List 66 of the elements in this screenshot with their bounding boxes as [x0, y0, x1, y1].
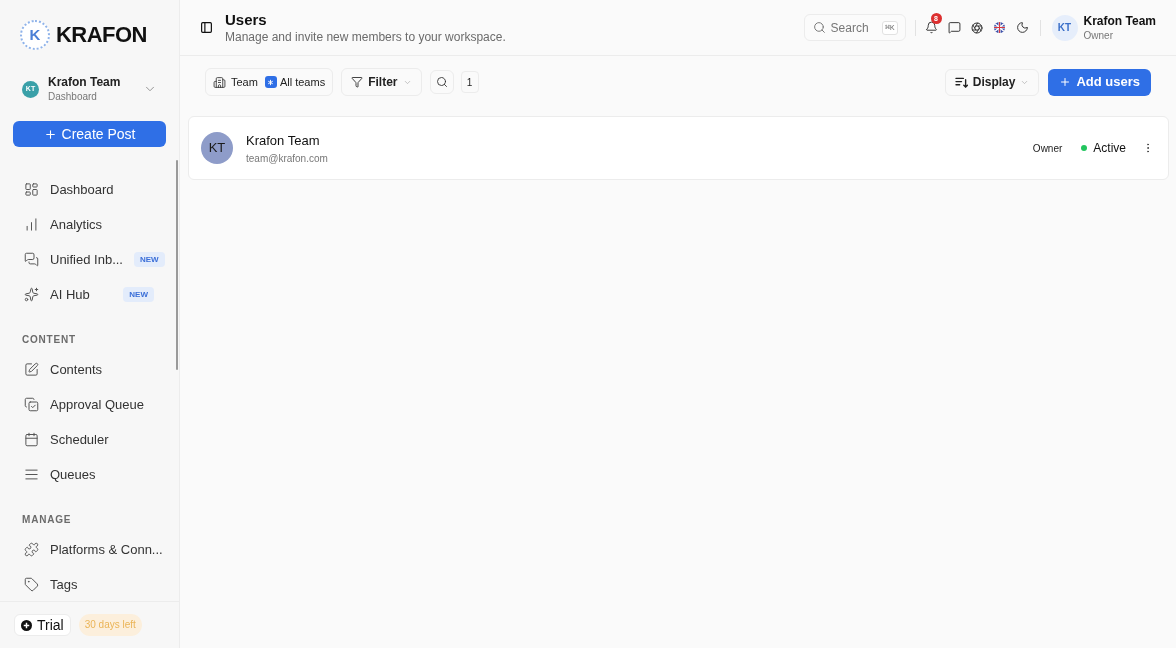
- user-menu[interactable]: KT Krafon Team Owner: [1051, 13, 1156, 42]
- funnel-icon: [351, 76, 364, 88]
- member-name: Krafon Team: [246, 131, 321, 150]
- copy-check-icon: [24, 397, 39, 412]
- member-email: team@krafon.com: [246, 151, 328, 165]
- moon-icon[interactable]: [1015, 21, 1029, 34]
- display-button[interactable]: Display: [944, 68, 1040, 96]
- nav-item[interactable]: AI Hub NEW: [0, 277, 179, 312]
- plus-circle-icon: [21, 619, 32, 631]
- new-badge: NEW: [134, 252, 165, 267]
- message-icon[interactable]: [947, 21, 961, 34]
- nav-item[interactable]: Contents: [0, 352, 179, 387]
- member-status: Active: [1093, 140, 1126, 157]
- search-icon: [812, 21, 826, 34]
- nav-item[interactable]: Analytics: [0, 207, 179, 242]
- team-filter[interactable]: Team All teams: [205, 68, 334, 96]
- building-icon: [213, 75, 226, 89]
- add-users-button[interactable]: Add users: [1048, 68, 1151, 96]
- nav-item[interactable]: Dashboard: [0, 172, 179, 207]
- bell-icon[interactable]: [924, 21, 938, 34]
- workspace-name: Krafon Team: [48, 75, 121, 90]
- days-left-badge: 30 days left: [78, 614, 142, 636]
- search-button[interactable]: [429, 70, 454, 94]
- plus-icon: [43, 127, 57, 141]
- nav-item[interactable]: Platforms & Conn...: [0, 532, 179, 567]
- page-subtitle: Manage and invite new members to your workspace.: [225, 29, 506, 45]
- tag-icon: [24, 577, 39, 592]
- section-label: MANAGE: [21, 513, 73, 527]
- result-count: 1: [460, 71, 479, 93]
- filter-button[interactable]: Filter: [341, 68, 422, 96]
- new-badge: NEW: [123, 287, 154, 302]
- sort-lines-icon: [954, 76, 968, 88]
- scrollbar-thumb[interactable]: [176, 160, 178, 370]
- user-role: Owner: [1083, 28, 1114, 42]
- pen-square-icon: [24, 362, 39, 377]
- nav-item[interactable]: Approval Queue: [0, 387, 179, 422]
- nav-item[interactable]: Tags: [0, 567, 179, 601]
- sparkles-icon: [24, 287, 39, 302]
- lines-icon: [24, 467, 39, 482]
- brand-name: KRAFON: [56, 21, 147, 49]
- create-post-button[interactable]: Create Post: [13, 121, 166, 147]
- search-icon: [435, 76, 448, 88]
- nav-item[interactable]: Unified Inb... NEW: [0, 242, 179, 277]
- team-value: All teams: [279, 74, 326, 90]
- plus-icon: [1059, 76, 1072, 88]
- asterisk-icon: [264, 76, 277, 88]
- team-label: Team: [231, 74, 258, 90]
- puzzle-icon: [24, 542, 39, 557]
- aperture-icon[interactable]: [970, 21, 983, 34]
- user-avatar: KT: [1051, 14, 1078, 41]
- dashboard-icon: [24, 182, 39, 197]
- trial-button[interactable]: Trial: [14, 614, 71, 636]
- nav-item[interactable]: Scheduler: [0, 422, 179, 457]
- flag-icon[interactable]: [993, 22, 1005, 33]
- user-name: Krafon Team: [1083, 13, 1156, 29]
- member-role: Owner: [1032, 141, 1063, 156]
- member-avatar: KT: [201, 132, 233, 164]
- section-label: CONTENT: [21, 333, 77, 347]
- calendar-icon: [24, 432, 39, 447]
- page-title: Users: [225, 10, 268, 29]
- sidebar-toggle-icon[interactable]: [200, 21, 213, 34]
- bar-chart-icon: [24, 217, 39, 232]
- workspace-subtitle: Dashboard: [48, 90, 98, 103]
- nav-item[interactable]: Queues: [0, 457, 179, 492]
- logo-mark: K: [20, 20, 50, 50]
- chat-bubbles-icon: [24, 252, 39, 267]
